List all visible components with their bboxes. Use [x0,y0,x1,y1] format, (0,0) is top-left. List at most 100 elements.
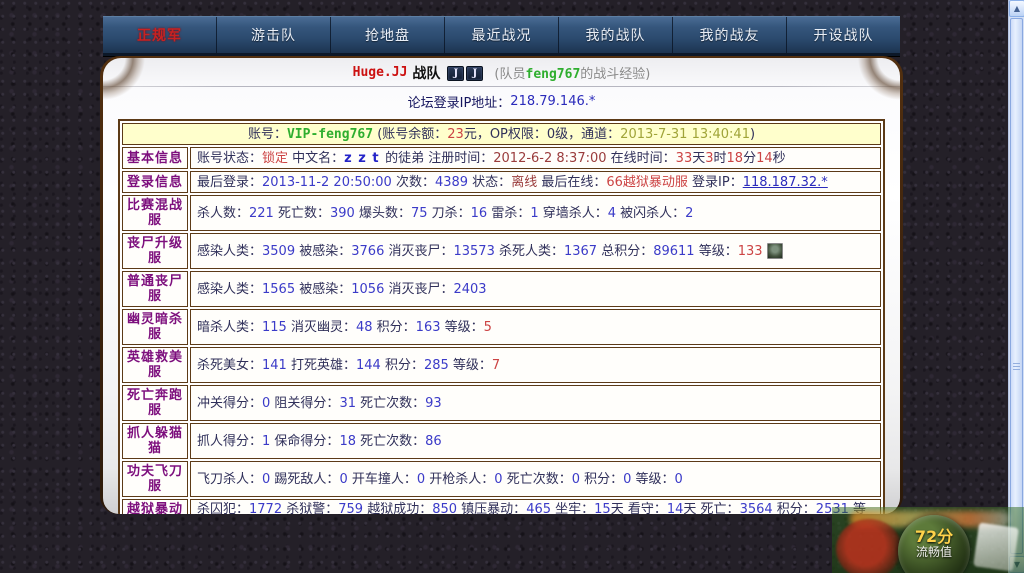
table-row: 幽灵暗杀服暗杀人类：115 消灭幽灵：48 积分：163 等级：5 [122,309,881,345]
stat-segment: 66越狱暴动服 [606,175,688,190]
stat-segment: 等级： [449,358,492,373]
stat-segment: 抓人得分： [197,434,262,449]
header-divider [103,86,900,87]
stat-segment: 飞刀杀人： [197,472,262,487]
scroll-down-button[interactable]: ▼ [1009,556,1024,573]
stat-segment: 爆头数： [355,206,411,221]
fluency-label: 流畅值 [916,545,952,560]
stat-segment: 状态： [468,175,511,190]
stat-segment: 2013-11-2 20:50:00 [262,175,392,190]
subtitle-prefix: (队员 [494,67,525,82]
table-row: 账号：VIP-feng767 (账号余额：23元，OP权限：0级，通道：2013… [122,123,881,145]
stat-segment: (账号余额： [373,127,447,142]
stat-segment: 115 [262,320,287,335]
stat-segment: 的徒弟 [385,151,424,166]
stat-segment: 285 [424,358,449,373]
table-row: 丧尸升级服感染人类：3509 被感染：3766 消灭丧尸：13573 杀死人类：… [122,233,881,269]
stat-segment: 积分： [373,320,416,335]
stat-segment: 阻关得分： [270,396,339,411]
nav-item[interactable]: 我的战队 [558,17,672,53]
stat-segment: 最后在线： [537,175,606,190]
stat-segment: 积分： [773,502,816,514]
recorder-watermark: 72分 流畅值 [832,507,1024,573]
team-level-badge-icon: J [466,66,483,81]
stat-segment: 积分： [580,472,623,487]
nav-bar: 正规军游击队抢地盘最近战况我的战队我的战友开设战队 [103,16,900,56]
table-row: 基本信息账号状态：锁定 中文名：z z t 的徒弟 注册时间：2012-6-2 … [122,147,881,169]
stat-segment: 杀囚犯： [197,502,249,514]
stat-segment: 冲关得分： [197,396,262,411]
team-badges: JJ [445,65,483,81]
stat-segment: 759 [338,502,363,514]
stat-segment: 元，OP权限：0级，通道： [464,127,620,142]
chevron-up-icon: ▲ [1014,4,1020,13]
row-stats: 飞刀杀人：0 踢死敌人：0 开车撞人：0 开枪杀人：0 死亡次数：0 积分：0 … [190,461,881,497]
stat-segment: 18 [339,434,356,449]
team-level-badge-icon: J [447,66,464,81]
stat-segment: 等级： [631,472,674,487]
stat-segment: 3 [705,151,713,166]
row-label: 比赛混战服 [122,195,188,231]
stat-segment: 133 [738,244,763,259]
scrollbar-grip-icon [1013,363,1020,371]
stat-segment: 2 [685,206,693,221]
table-row: 越狱暴动服杀囚犯：1772 杀狱警：759 越狱成功：850 镇压暴动：465 … [122,499,881,514]
stat-segment: 杀死人类： [495,244,564,259]
nav-item[interactable]: 我的战友 [672,17,786,53]
chevron-down-icon: ▼ [1014,560,1020,569]
stat-segment: 次数： [392,175,435,190]
stat-segment: 打死英雄： [287,358,356,373]
stat-segment: 18 [727,151,744,166]
stat-segment: 杀死美女： [197,358,262,373]
stat-segment: 消灭幽灵： [287,320,356,335]
stat-segment: 死亡次数： [356,396,425,411]
stat-segment: 账号状态： [197,151,262,166]
nav-item[interactable]: 正规军 [103,17,216,53]
stat-segment: VIP-feng767 [287,127,373,142]
row-label: 丧尸升级服 [122,233,188,269]
stat-segment: 14 [667,502,684,514]
stat-segment: 坐牢： [551,502,594,514]
stat-segment: 总积分： [597,244,653,259]
nav-item[interactable]: 最近战况 [444,17,558,53]
stat-segment: 死亡次数： [503,472,572,487]
subtitle-suffix: 的战斗经验) [580,67,650,82]
stat-segment: 等级： [695,244,738,259]
stat-segment: 14 [756,151,773,166]
stat-segment: 163 [416,320,441,335]
team-name-suffix: 战队 [412,63,440,83]
row-stats: 感染人类：3509 被感染：3766 消灭丧尸：13573 杀死人类：1367 … [190,233,881,269]
vertical-scrollbar[interactable]: ▲ ▼ [1008,0,1024,573]
table-row: 登录信息最后登录：2013-11-2 20:50:00 次数：4389 状态：离… [122,171,881,193]
stat-segment: 天 [683,502,696,514]
nav-item[interactable]: 开设战队 [786,17,900,53]
row-label: 普通丧尸服 [122,271,188,307]
stat-segment: 死亡数： [274,206,330,221]
row-stats: 抓人得分：1 保命得分：18 死亡次数：86 [190,423,881,459]
stat-segment: 3509 [262,244,295,259]
stat-segment: 秒 [773,151,786,166]
stat-segment: 账号： [248,127,287,142]
stat-segment: 7 [492,358,500,373]
login-ip-link[interactable]: 118.187.32.* [743,175,828,190]
stat-segment: 分 [743,151,756,166]
stats-table: 账号：VIP-feng767 (账号余额： 2 3 元，OP权限：0级，通道： 2013… [118,119,885,514]
stat-segment: 开枪杀人： [425,472,494,487]
stat-segment: 89611 [653,244,694,259]
forum-ip-value: 218.79.146.* [510,94,595,109]
stat-segment: 刀杀： [428,206,471,221]
stat-segment: 天 [692,151,705,166]
nav-item[interactable]: 游击队 [216,17,330,53]
nav-item[interactable]: 抢地盘 [330,17,444,53]
stat-segment: 离线 [511,175,537,190]
fluency-score: 72分 [915,529,953,545]
member-subtitle: (队员feng767的战斗经验) [494,63,650,82]
stat-segment: 天 [611,502,624,514]
zombie-avatar-icon [767,243,783,259]
stat-segment: 登录IP： [688,175,743,190]
scrollbar-thumb[interactable] [1010,18,1023,554]
scroll-up-button[interactable]: ▲ [1009,0,1024,17]
stat-segment: 最后登录： [197,175,262,190]
stat-segment: 死亡： [696,502,739,514]
stat-segment: 杀人数： [197,206,249,221]
